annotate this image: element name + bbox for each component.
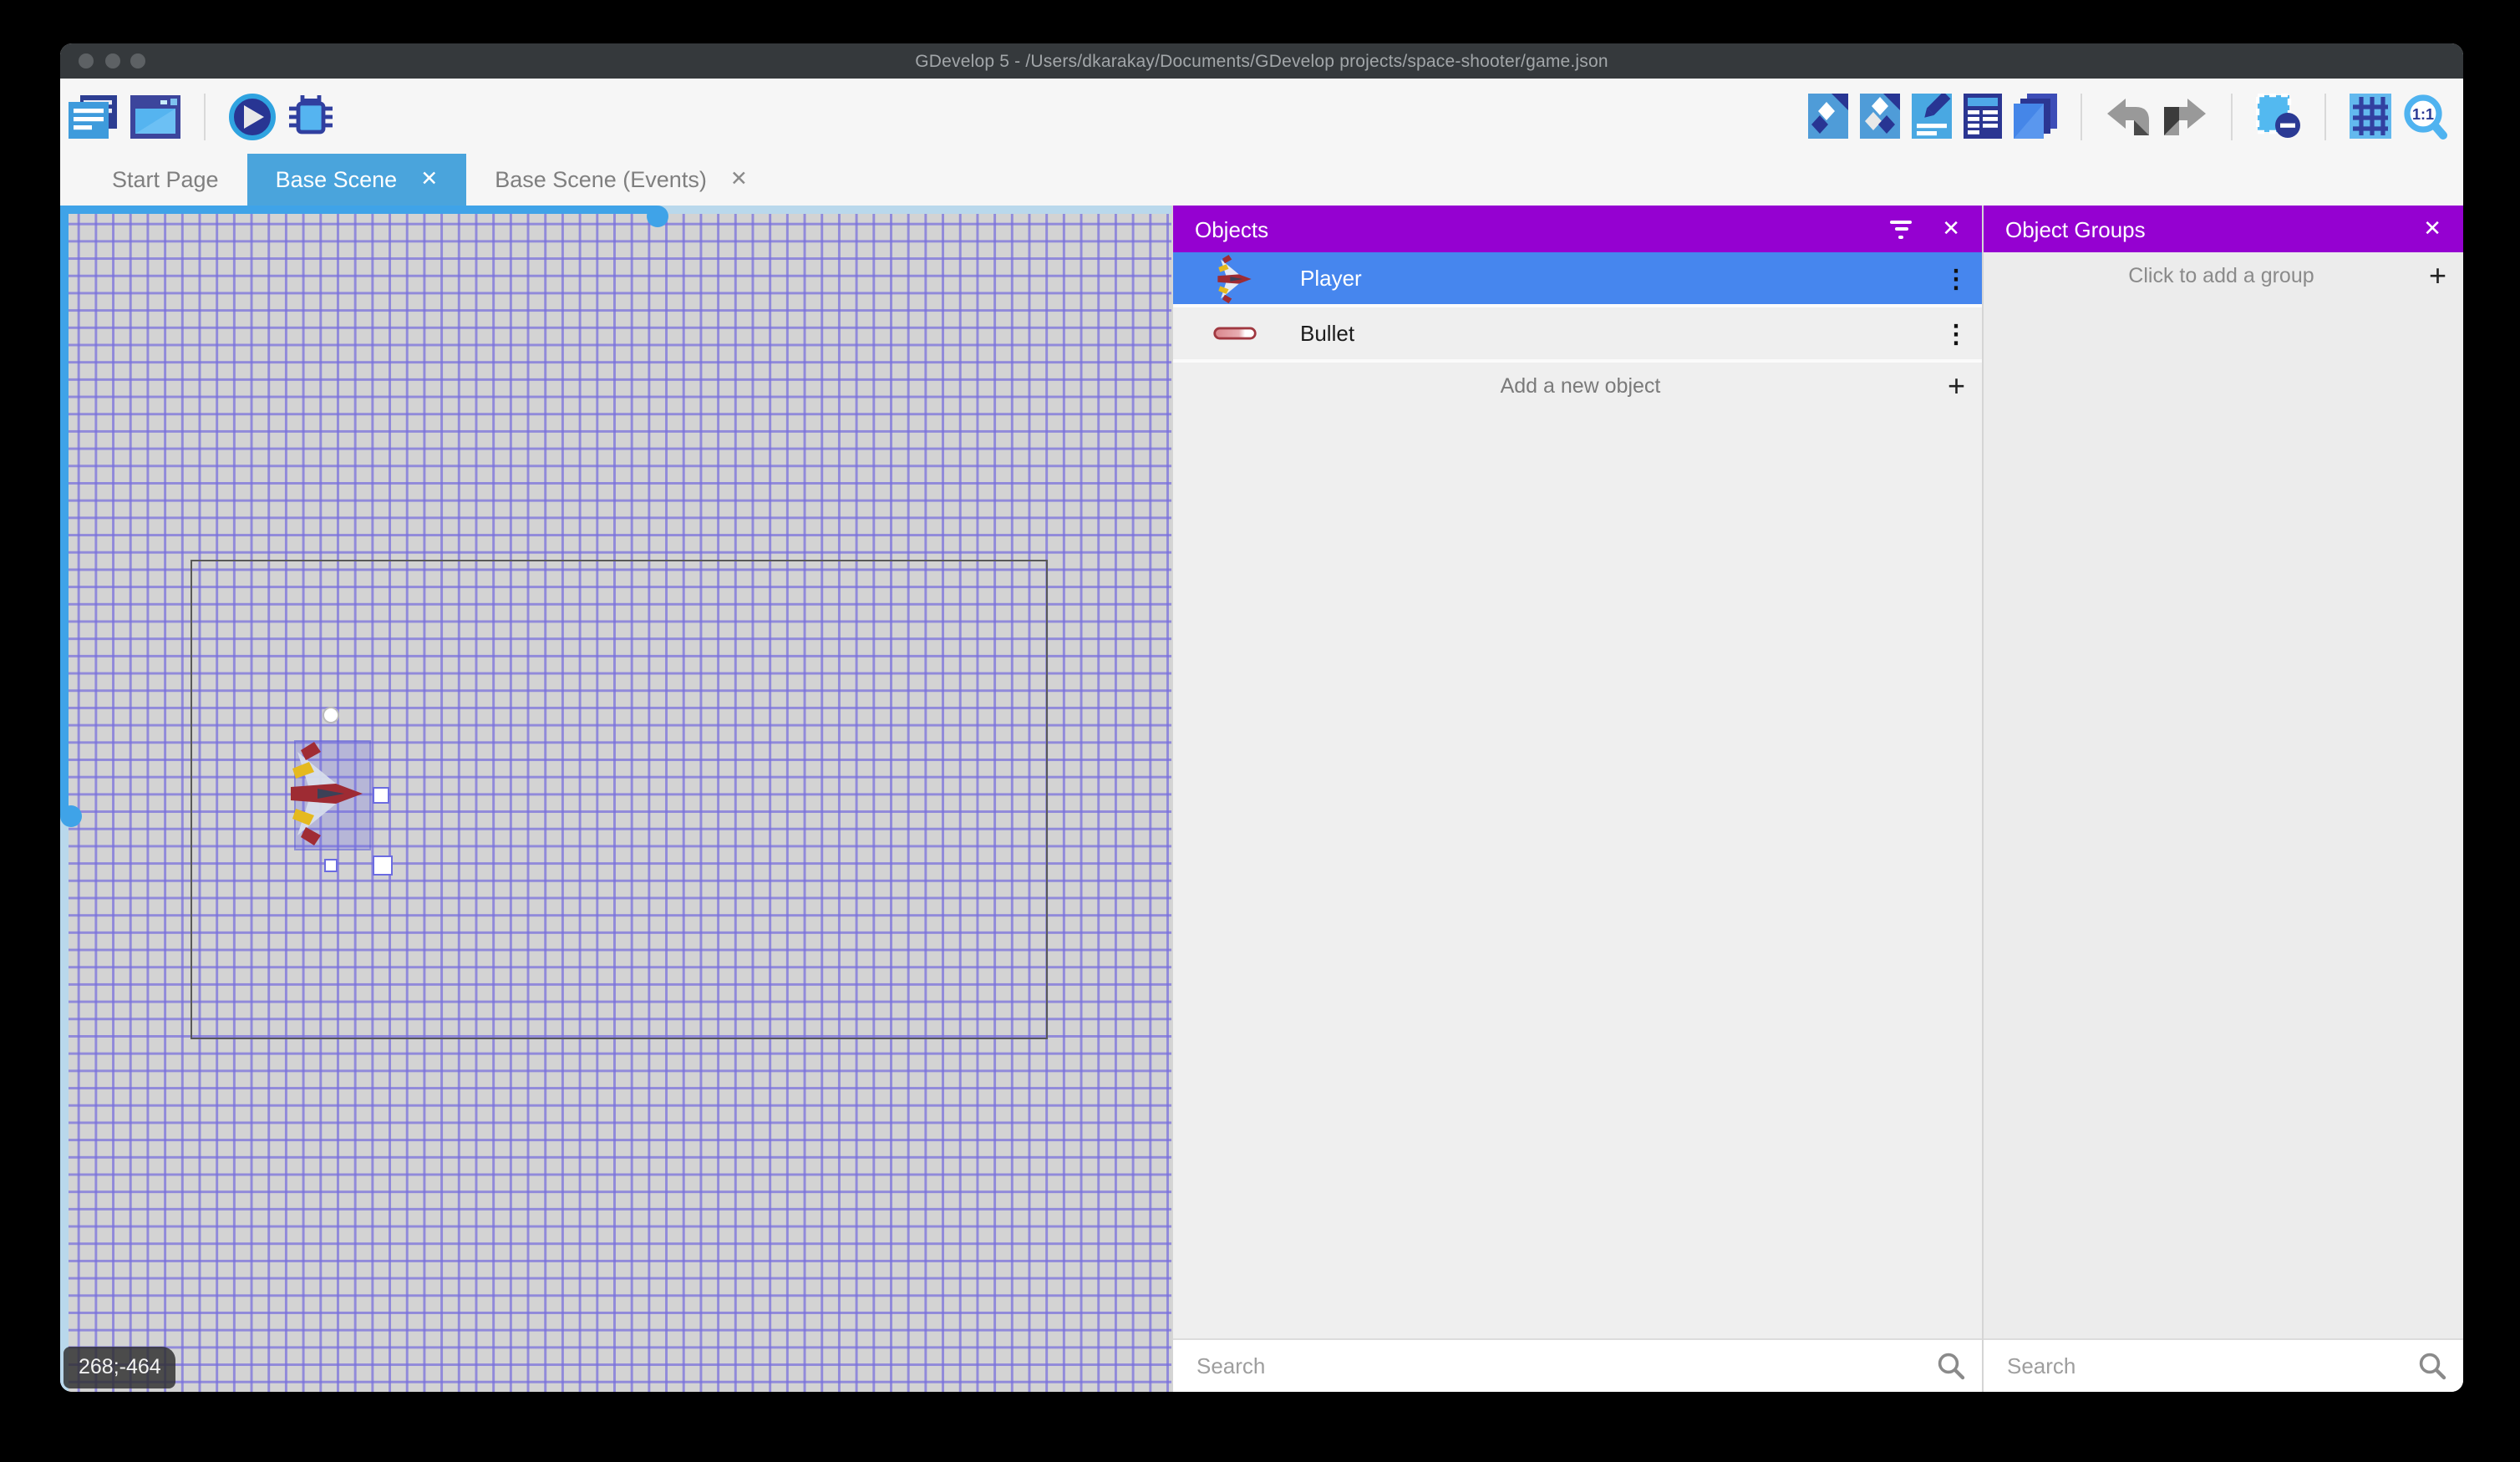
maximize-window-icon[interactable] — [130, 53, 145, 69]
vertical-scrollbar[interactable] — [60, 206, 69, 1392]
add-object-row[interactable]: Add a new object + — [1173, 359, 1982, 408]
redo-icon[interactable] — [2162, 96, 2208, 136]
object-name: Player — [1300, 266, 1930, 291]
zoom-1-1-icon[interactable]: 1:1 — [2403, 93, 2448, 140]
object-row-player[interactable]: Player ⋮ — [1173, 252, 1982, 304]
svg-text:1:1: 1:1 — [2412, 105, 2434, 122]
project-manager-icon[interactable] — [69, 94, 119, 138]
debug-icon[interactable] — [287, 94, 334, 139]
traffic-lights — [79, 43, 145, 79]
resize-right-handle[interactable] — [373, 787, 389, 804]
objects-search-input[interactable] — [1193, 1352, 1937, 1380]
instances-list-icon[interactable] — [1964, 94, 2002, 139]
player-ship-instance[interactable] — [289, 740, 366, 847]
objects-editor-icon[interactable] — [1808, 94, 1848, 139]
add-group-row[interactable]: Click to add a group + — [1984, 252, 2463, 297]
object-groups-editor-icon[interactable] — [1860, 94, 1900, 139]
objects-panel: Objects ✕ — [1171, 206, 1984, 1392]
resize-corner-handle[interactable] — [373, 855, 393, 876]
objects-panel-body — [1173, 408, 1982, 1338]
resize-bottom-handle[interactable] — [324, 859, 338, 872]
object-groups-panel-body — [1984, 297, 2463, 1338]
groups-search-input[interactable] — [2004, 1352, 2418, 1380]
tab-base-scene-events[interactable]: Base Scene (Events) ✕ — [466, 154, 776, 206]
objects-search-bar — [1173, 1338, 1982, 1392]
object-menu-icon[interactable]: ⋮ — [1930, 318, 1982, 348]
deselect-instances-icon[interactable] — [2256, 94, 2301, 139]
object-groups-panel: Object Groups ✕ Click to add a group + — [1984, 206, 2463, 1392]
add-group-icon[interactable]: + — [2412, 260, 2463, 290]
close-tab-icon[interactable]: ✕ — [420, 170, 438, 190]
add-group-label: Click to add a group — [1984, 263, 2412, 287]
add-object-icon[interactable]: + — [1931, 370, 1982, 400]
screenshot-stage: GDevelop 5 - /Users/dkarakay/Documents/G… — [0, 0, 2520, 1462]
close-panel-icon[interactable]: ✕ — [1942, 216, 1960, 242]
properties-icon[interactable] — [1912, 94, 1952, 139]
rotate-handle[interactable] — [323, 707, 339, 723]
toolbar-divider — [2081, 93, 2082, 140]
undo-icon[interactable] — [2106, 96, 2151, 136]
play-icon[interactable] — [229, 93, 276, 140]
grid-icon[interactable] — [2350, 94, 2391, 139]
toolbar-divider — [204, 93, 206, 140]
object-menu-icon[interactable]: ⋮ — [1930, 263, 1982, 293]
title-bar: GDevelop 5 - /Users/dkarakay/Documents/G… — [60, 43, 2463, 79]
bullet-object-thumbnail — [1203, 326, 1267, 341]
object-name: Bullet — [1300, 321, 1930, 346]
scene-canvas[interactable]: 268;-464 — [60, 206, 1171, 1392]
layers-icon[interactable] — [2014, 94, 2057, 139]
horizontal-scroll-thumb[interactable] — [647, 206, 668, 227]
window-title: GDevelop 5 - /Users/dkarakay/Documents/G… — [915, 51, 1608, 71]
tab-label: Base Scene — [276, 167, 398, 192]
toolbar-left-group — [69, 93, 334, 140]
add-object-label: Add a new object — [1173, 373, 1931, 397]
tab-bar: Start Page Base Scene ✕ Base Scene (Even… — [60, 154, 2463, 206]
toolbar-divider — [2231, 93, 2233, 140]
search-icon — [2418, 1352, 2446, 1380]
object-groups-panel-title: Object Groups — [2005, 216, 2423, 241]
vertical-scroll-thumb[interactable] — [60, 805, 82, 827]
horizontal-scrollbar[interactable] — [60, 206, 1171, 214]
tab-start-page[interactable]: Start Page — [84, 154, 247, 206]
objects-panel-title: Objects — [1195, 216, 1890, 241]
app-window: GDevelop 5 - /Users/dkarakay/Documents/G… — [60, 43, 2463, 1392]
tab-label: Start Page — [112, 167, 219, 192]
minimize-window-icon[interactable] — [104, 53, 119, 69]
tab-label: Base Scene (Events) — [495, 167, 707, 192]
objects-panel-header: Objects ✕ — [1173, 206, 1982, 252]
cursor-coordinates-badge: 268;-464 — [64, 1347, 176, 1388]
toolbar-right-group: 1:1 — [1808, 93, 2448, 140]
tab-base-scene[interactable]: Base Scene ✕ — [247, 154, 467, 206]
object-row-bullet[interactable]: Bullet ⋮ — [1173, 304, 1982, 359]
filter-icon[interactable] — [1890, 220, 1912, 238]
close-tab-icon[interactable]: ✕ — [730, 170, 748, 190]
object-groups-panel-header: Object Groups ✕ — [1984, 206, 2463, 252]
player-object-thumbnail — [1203, 253, 1267, 303]
close-panel-icon[interactable]: ✕ — [2423, 216, 2441, 242]
toolbar: 1:1 — [60, 79, 2463, 154]
scene-window-icon[interactable] — [130, 94, 180, 138]
search-icon — [1937, 1352, 1965, 1380]
groups-search-bar — [1984, 1338, 2463, 1392]
close-window-icon[interactable] — [79, 53, 94, 69]
toolbar-divider — [2324, 93, 2326, 140]
